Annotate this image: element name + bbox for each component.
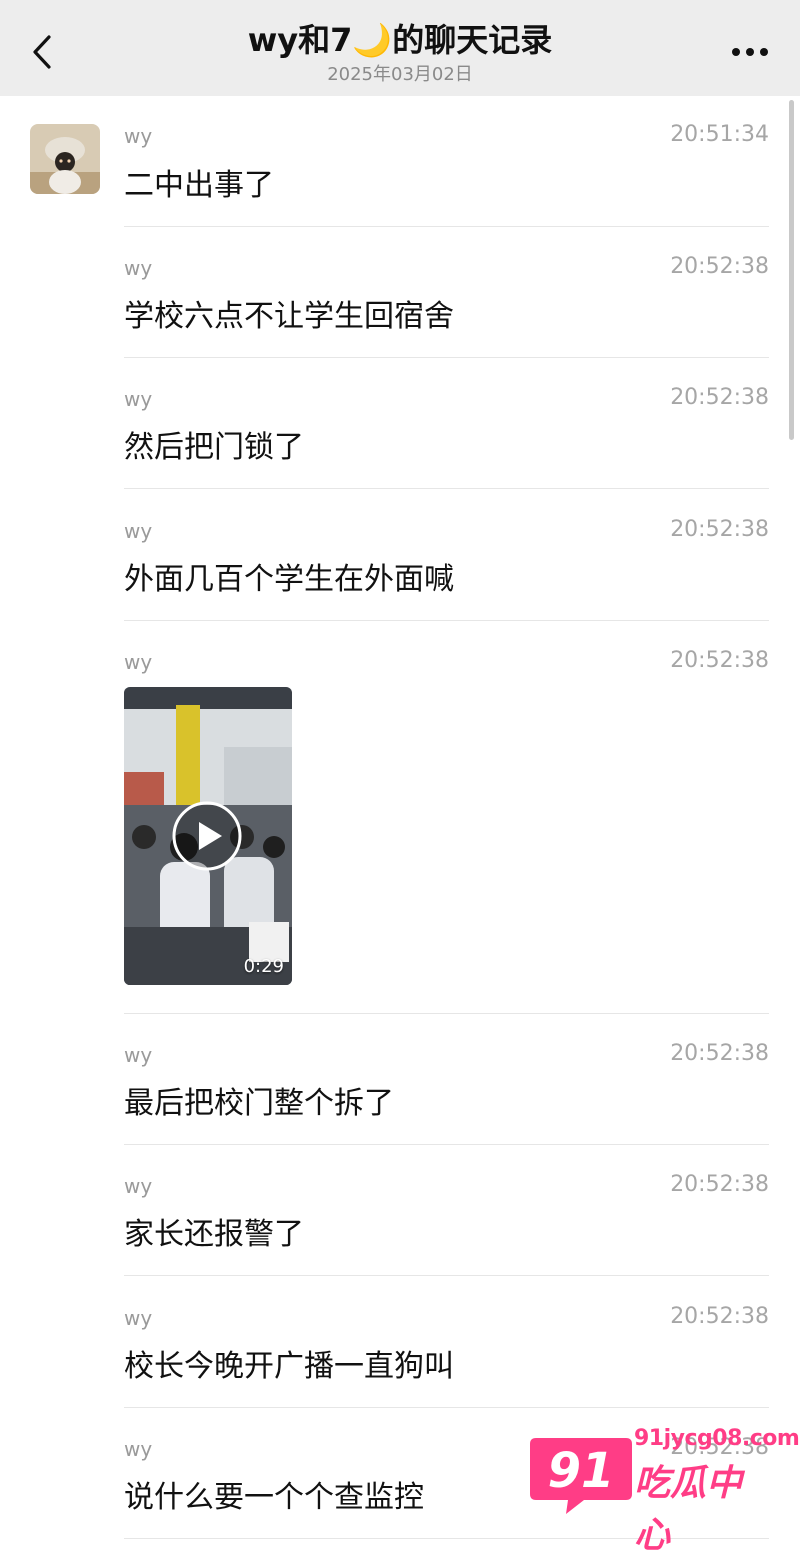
watermark-url: 91jycg08.com	[634, 1426, 800, 1451]
message-text[interactable]: 说什么要一个个查监控	[124, 1472, 424, 1516]
back-button[interactable]	[24, 30, 60, 74]
message-sender: wy	[124, 1043, 153, 1067]
message-item: wy 20:52:38 家长还报警了	[124, 1145, 769, 1276]
message-item: wy 20:52:38 最后把校门整个拆了	[124, 1014, 769, 1145]
message-text[interactable]: 二中出事了	[124, 160, 274, 204]
title-block: wy和7🌙的聊天记录 2025年03月02日	[150, 18, 650, 86]
chevron-left-icon	[33, 35, 51, 69]
message-item: wy 20:52:38 学校六点不让学生回宿舍	[124, 227, 769, 358]
message-time: 20:52:38	[670, 254, 769, 279]
scrollbar[interactable]	[789, 100, 794, 440]
message-item: wy 20:51:34 二中出事了	[124, 96, 769, 227]
play-icon[interactable]	[170, 799, 244, 873]
more-button[interactable]	[722, 32, 778, 72]
message-text[interactable]: 外面几百个学生在外面喊	[124, 554, 454, 598]
watermark-name: 吃瓜中心	[634, 1463, 743, 1556]
message-text[interactable]: 最后把校门整个拆了	[124, 1078, 394, 1122]
message-time: 20:52:38	[670, 1172, 769, 1197]
watermark-badge-icon: 91	[530, 1438, 632, 1514]
message-time: 20:52:38	[670, 648, 769, 673]
message-item: wy 20:52:38 外面几百个学生在外面喊	[124, 490, 769, 621]
video-thumbnail[interactable]: 0:29	[124, 687, 292, 985]
message-sender: wy	[124, 387, 153, 411]
message-text[interactable]: 然后把门锁了	[124, 422, 304, 466]
message-time: 20:52:38	[670, 385, 769, 410]
message-sender: wy	[124, 256, 153, 280]
video-duration: 0:29	[243, 956, 284, 977]
more-horizontal-icon	[732, 48, 768, 56]
message-sender: wy	[124, 1306, 153, 1330]
message-item: wy 20:52:38 然后把门锁了	[124, 358, 769, 489]
message-sender: wy	[124, 124, 153, 148]
message-item: wy 20:52:38 校长今晚开广播一直狗叫	[124, 1277, 769, 1408]
message-text[interactable]: 校长今晚开广播一直狗叫	[124, 1341, 454, 1385]
message-sender: wy	[124, 519, 153, 543]
message-sender: wy	[124, 650, 153, 674]
page-subtitle: 2025年03月02日	[327, 64, 473, 85]
watermark-logo: 91 91jycg08.com 吃瓜中心	[526, 1424, 800, 1556]
message-sender: wy	[124, 1437, 153, 1461]
page-title: wy和7🌙的聊天记录	[247, 21, 553, 59]
message-text[interactable]: 学校六点不让学生回宿舍	[124, 291, 454, 335]
message-time: 20:52:38	[670, 1304, 769, 1329]
message-time: 20:51:34	[670, 122, 769, 147]
avatar[interactable]	[30, 124, 100, 194]
message-item: wy 20:52:38 0:29	[124, 621, 769, 1014]
nav-bar: wy和7🌙的聊天记录 2025年03月02日	[0, 0, 800, 96]
message-time: 20:52:38	[670, 1041, 769, 1066]
message-sender: wy	[124, 1174, 153, 1198]
message-text[interactable]: 家长还报警了	[124, 1209, 304, 1253]
message-time: 20:52:38	[670, 517, 769, 542]
watermark-number: 91	[548, 1443, 615, 1499]
